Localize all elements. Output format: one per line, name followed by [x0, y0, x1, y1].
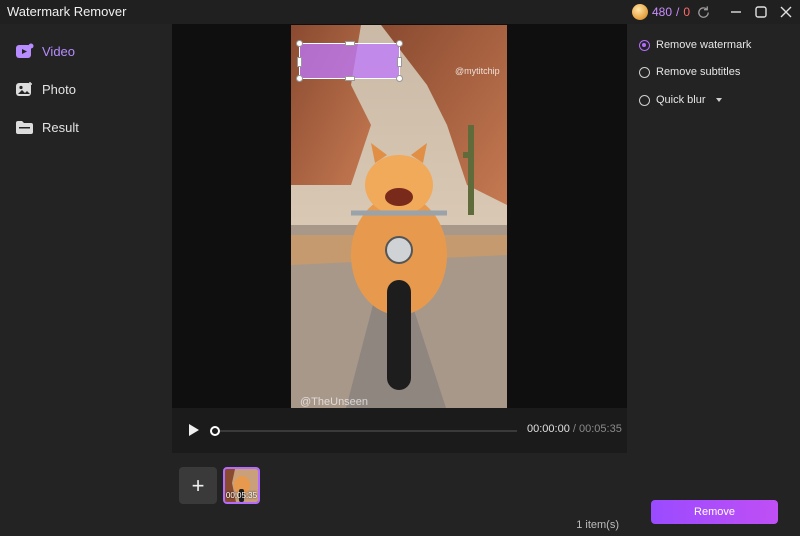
resize-handle[interactable] [297, 57, 302, 67]
corner-watermark-text: @mytitchip [455, 66, 500, 76]
app-title: Watermark Remover [7, 4, 127, 19]
sidebar-item-label: Video [42, 43, 76, 59]
clip-thumbnail[interactable]: 00:05:35 [223, 467, 260, 504]
remove-button[interactable]: Remove [651, 500, 778, 524]
add-clip-button[interactable]: + [179, 467, 217, 504]
close-icon[interactable] [777, 3, 795, 21]
clip-duration: 00:05:35 [225, 491, 258, 500]
video-frame [291, 25, 507, 408]
folder-icon [15, 118, 34, 137]
option-label: Remove subtitles [656, 66, 741, 78]
maximize-icon[interactable] [752, 3, 770, 21]
video-preview-image [291, 25, 507, 408]
credits-indicator[interactable]: 480/0 [632, 2, 690, 21]
resize-handle[interactable] [345, 76, 355, 81]
item-count: 1 item(s) [576, 519, 619, 531]
clip-strip: + 00:05:35 1 item(s) [172, 453, 627, 536]
seek-bar[interactable] [214, 430, 517, 432]
option-quick-blur[interactable]: Quick blur [639, 94, 722, 106]
credit-second: 0 [683, 4, 691, 19]
credit-separator: / [676, 4, 680, 19]
sidebar-item-video[interactable]: Video [15, 40, 75, 62]
minimize-icon[interactable] [727, 3, 745, 21]
option-remove-watermark[interactable]: Remove watermark [639, 39, 751, 51]
playback-controls: 00:00:00 / 00:05:35 [172, 408, 627, 453]
preview-area: @mytitchip @TheUnseen 00:00:00 / 00:05:3… [172, 24, 627, 536]
seek-handle[interactable] [210, 426, 220, 436]
resize-handle[interactable] [396, 40, 403, 47]
sidebar: Video Photo Result [0, 24, 172, 536]
option-label: Remove watermark [656, 39, 752, 51]
time-display: 00:00:00 / 00:05:35 [527, 423, 622, 435]
chevron-down-icon[interactable] [715, 98, 722, 102]
radio-button[interactable] [639, 94, 650, 106]
duration: 00:05:35 [579, 423, 622, 435]
video-icon [15, 42, 34, 61]
resize-handle[interactable] [296, 75, 303, 82]
title-bar: Watermark Remover 480/0 [0, 0, 800, 24]
options-panel: Remove watermark Remove subtitles Quick … [627, 24, 800, 536]
radio-button[interactable] [639, 39, 650, 51]
credit-balance: 480 [652, 4, 673, 19]
option-remove-subtitles[interactable]: Remove subtitles [639, 66, 740, 78]
sidebar-item-photo[interactable]: Photo [15, 78, 76, 100]
resize-handle[interactable] [345, 41, 355, 46]
resize-handle[interactable] [296, 40, 303, 47]
resize-handle[interactable] [396, 75, 403, 82]
refresh-icon[interactable] [694, 3, 712, 21]
bottom-watermark-text: @TheUnseen [300, 396, 369, 408]
current-time: 00:00:00 [527, 423, 570, 435]
option-label: Quick blur [656, 94, 706, 106]
play-icon[interactable] [188, 423, 202, 439]
coin-icon [632, 3, 648, 20]
time-separator: / [572, 423, 576, 435]
resize-handle[interactable] [397, 57, 402, 67]
radio-button[interactable] [639, 66, 650, 78]
sidebar-item-label: Photo [42, 81, 76, 97]
sidebar-item-result[interactable]: Result [15, 116, 79, 138]
photo-icon [15, 80, 34, 99]
watermark-selection-box[interactable] [296, 40, 403, 82]
sidebar-item-label: Result [42, 119, 79, 135]
